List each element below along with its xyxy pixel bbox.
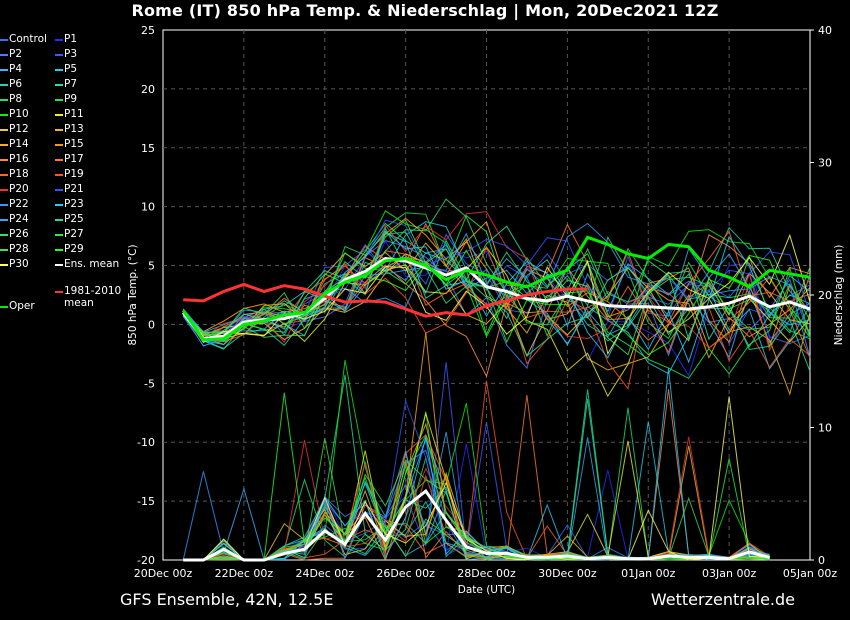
legend-label: P18	[9, 168, 29, 180]
y2-tick-label: 20	[818, 289, 832, 302]
legend-swatch	[55, 84, 63, 86]
legend-label: P3	[64, 48, 78, 60]
y2-tick-label: 0	[818, 554, 825, 567]
legend-label: P16	[9, 153, 29, 165]
legend-swatch	[55, 99, 63, 101]
x-tick-label: 20Dec 00z	[134, 567, 193, 580]
legend-label: P9	[64, 93, 78, 105]
y-axis-label: 850 hPa Temp. (°C)	[127, 244, 139, 345]
legend-label: P22	[9, 198, 29, 210]
legend-label: P30	[9, 258, 29, 270]
x-tick-label: 05Jan 00z	[783, 567, 837, 580]
legend-label: P8	[9, 93, 23, 105]
legend-swatch	[55, 54, 63, 56]
legend-swatch	[55, 114, 63, 116]
legend-label: P20	[9, 183, 29, 195]
y-tick-label: -15	[137, 495, 155, 508]
legend-label: P2	[9, 48, 23, 60]
legend-label: P11	[64, 108, 84, 120]
legend-swatch	[0, 69, 8, 71]
legend-label: Control	[9, 33, 47, 45]
legend-swatch	[0, 264, 8, 266]
legend-label: P10	[9, 108, 29, 120]
y-tick-label: -5	[144, 377, 155, 390]
legend-label: P21	[64, 183, 84, 195]
legend-swatch	[0, 114, 8, 116]
legend-label: P28	[9, 243, 29, 255]
legend-swatch	[0, 144, 8, 146]
legend-swatch	[55, 144, 63, 146]
y2-tick-label: 30	[818, 157, 832, 170]
legend-swatch	[0, 159, 8, 161]
legend-swatch	[0, 219, 8, 221]
legend-swatch	[0, 84, 8, 86]
legend-label: P12	[9, 123, 29, 135]
legend-label: P6	[9, 78, 23, 90]
legend-swatch	[0, 54, 8, 56]
x-tick-label: 22Dec 00z	[215, 567, 274, 580]
legend-swatch	[0, 99, 8, 101]
legend-label: P23	[64, 198, 84, 210]
legend-swatch	[55, 219, 63, 221]
legend-label: P15	[64, 138, 84, 150]
y-tick-label: 15	[141, 142, 155, 155]
legend-swatch	[0, 189, 8, 191]
legend-swatch	[0, 234, 8, 236]
y2-tick-label: 40	[818, 24, 832, 37]
legend-label: P5	[64, 63, 78, 75]
model-info: GFS Ensemble, 42N, 12.5E	[120, 590, 334, 609]
legend-label: P27	[64, 228, 84, 240]
x-tick-label: 03Jan 00z	[702, 567, 756, 580]
legend-swatch	[0, 174, 8, 176]
legend-swatch	[55, 234, 63, 236]
y-tick-label: -10	[137, 436, 155, 449]
y2-tick-label: 10	[818, 422, 832, 435]
legend-label: P19	[64, 168, 84, 180]
y-tick-label: 20	[141, 83, 155, 96]
legend-swatch	[55, 129, 63, 131]
y-tick-label: 0	[148, 318, 155, 331]
x-tick-label: 24Dec 00z	[295, 567, 354, 580]
chart-svg: 25 20 15 10 5 0 -5 -10 -15 -20 40 30 20 10 0 20Dec 00z 2…	[127, 24, 845, 596]
legend-label: P29	[64, 243, 84, 255]
legend-label: Oper	[9, 300, 35, 312]
legend-label: P7	[64, 78, 78, 90]
legend-label: P14	[9, 138, 29, 150]
legend-label: P13	[64, 123, 84, 135]
y-tick-label: 10	[141, 201, 155, 214]
legend-label: 1981-2010 mean	[64, 285, 122, 309]
x-axis-label: Date (UTC)	[458, 584, 515, 596]
x-tick-label: 26Dec 00z	[376, 567, 435, 580]
legend-swatch	[55, 159, 63, 161]
legend-swatch	[0, 39, 8, 41]
legend-swatch	[55, 249, 63, 251]
legend-swatch	[0, 204, 8, 206]
legend-swatch	[55, 39, 63, 41]
legend-swatch	[55, 264, 63, 266]
legend-label: P1	[64, 33, 78, 45]
x-tick-label: 28Dec 00z	[457, 567, 516, 580]
legend-label: P17	[64, 153, 84, 165]
legend-swatch	[0, 306, 8, 308]
legend-swatch	[55, 69, 63, 71]
legend-label: P25	[64, 213, 84, 225]
legend-swatch	[55, 204, 63, 206]
legend-label: Ens. mean	[64, 258, 120, 270]
y-tick-label: -20	[137, 554, 155, 567]
y-tick-label: 5	[148, 260, 155, 273]
legend-label: P26	[9, 228, 29, 240]
y-tick-label: 25	[141, 24, 155, 37]
legend-swatch	[55, 174, 63, 176]
legend-swatch	[55, 291, 63, 293]
x-tick-label: 01Jan 00z	[621, 567, 675, 580]
legend-label: P24	[9, 213, 29, 225]
y2-axis-label: Niederschlag (mm)	[833, 245, 845, 346]
legend-swatch	[0, 129, 8, 131]
legend-swatch	[0, 249, 8, 251]
legend-label: P4	[9, 63, 23, 75]
site-credit: Wetterzentrale.de	[650, 590, 795, 609]
legend-swatch	[55, 189, 63, 191]
x-tick-label: 30Dec 00z	[538, 567, 597, 580]
